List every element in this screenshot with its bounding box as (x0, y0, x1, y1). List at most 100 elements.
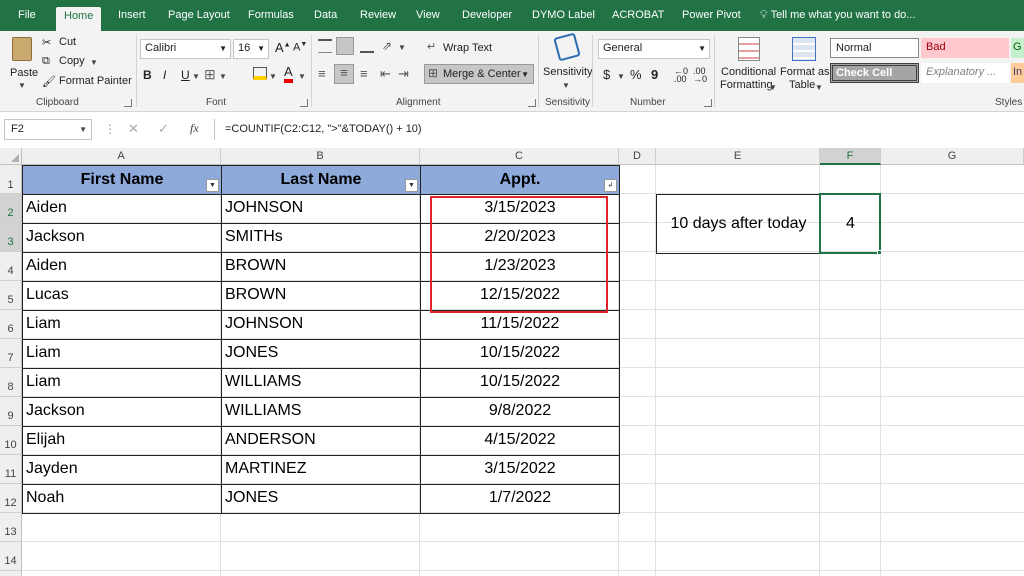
cell-last-name[interactable]: WILLIAMS (221, 397, 421, 427)
conditional-formatting-dropdown-icon[interactable]: ▼ (769, 83, 777, 92)
tab-page-layout[interactable]: Page Layout (168, 9, 230, 21)
style-good[interactable]: G (1011, 38, 1024, 58)
tab-review[interactable]: Review (360, 9, 396, 21)
cell-appt-date[interactable]: 9/8/2022 (420, 397, 620, 427)
cell-first-name[interactable]: Lucas (22, 281, 222, 311)
tab-insert[interactable]: Insert (118, 9, 146, 21)
row-header-14[interactable]: 14 (0, 542, 22, 571)
formula-input[interactable]: =COUNTIF(C2:C12, ">"&TODAY() + 10) (214, 119, 1024, 140)
row-header-5[interactable]: 5 (0, 281, 22, 310)
increase-font-icon[interactable]: A▲ (275, 40, 291, 55)
conditional-formatting-button[interactable]: Conditional (721, 66, 776, 78)
font-name-select[interactable]: Calibri ▼ (140, 39, 231, 59)
currency-dropdown-icon[interactable]: ▼ (617, 72, 625, 81)
underline-dropdown-icon[interactable]: ▼ (192, 72, 200, 81)
middle-align-icon[interactable] (336, 37, 354, 55)
fill-color-dropdown-icon[interactable]: ▼ (269, 72, 277, 81)
table-header-last-name[interactable]: Last Name (221, 165, 421, 195)
cell-appt-date[interactable]: 1/7/2022 (420, 484, 620, 514)
cell-first-name[interactable]: Liam (22, 339, 222, 369)
font-launcher-icon[interactable] (300, 99, 308, 107)
copy-dropdown-icon[interactable]: ▼ (90, 58, 98, 67)
insert-function-icon[interactable]: fx (190, 121, 199, 136)
style-explanatory[interactable]: Explanatory ... (921, 63, 1009, 83)
cancel-icon[interactable]: ✕ (128, 121, 139, 137)
style-input[interactable]: In (1011, 63, 1024, 83)
cell-first-name[interactable]: Aiden (22, 252, 222, 282)
cell-appt-date[interactable]: 3/15/2022 (420, 455, 620, 485)
row-header-8[interactable]: 8 (0, 368, 22, 397)
name-box[interactable]: F2 ▼ (4, 119, 92, 140)
row-header-7[interactable]: 7 (0, 339, 22, 368)
increase-decimal-icon[interactable]: ←0.00 (674, 67, 688, 84)
row-header-15[interactable]: 15 (0, 571, 22, 576)
fill-color-icon[interactable] (253, 67, 267, 80)
cell-first-name[interactable]: Noah (22, 484, 222, 514)
font-size-select[interactable]: 16 ▼ (233, 39, 269, 59)
filter-dropdown-icon[interactable]: ▼ (405, 179, 418, 192)
percent-button[interactable]: % (630, 67, 642, 82)
font-color-dropdown-icon[interactable]: ▼ (298, 72, 306, 81)
row-header-13[interactable]: 13 (0, 513, 22, 542)
column-header-d[interactable]: D (619, 148, 656, 165)
format-as-table-icon[interactable] (792, 37, 816, 61)
bottom-align-icon[interactable] (360, 39, 374, 53)
cell-last-name[interactable]: JOHNSON (221, 310, 421, 340)
format-as-table-button[interactable]: Format as (780, 66, 830, 78)
borders-icon[interactable]: ⊞ (204, 66, 216, 83)
cell-last-name[interactable]: BROWN (221, 252, 421, 282)
underline-button[interactable]: U (181, 68, 190, 82)
row-header-11[interactable]: 11 (0, 455, 22, 484)
sensitivity-button[interactable]: Sensitivity (543, 66, 593, 78)
cell-first-name[interactable]: Jackson (22, 223, 222, 253)
filter-dropdown-icon[interactable]: ▼ (206, 179, 219, 192)
paste-button[interactable]: Paste (10, 67, 38, 79)
cell-appt-date[interactable]: 10/15/2022 (420, 339, 620, 369)
align-left-icon[interactable]: ≡ (318, 66, 326, 81)
cell-first-name[interactable]: Aiden (22, 194, 222, 224)
cell-last-name[interactable]: ANDERSON (221, 426, 421, 456)
alignment-launcher-icon[interactable] (528, 99, 536, 107)
cut-button[interactable]: Cut (59, 36, 76, 48)
borders-dropdown-icon[interactable]: ▼ (219, 72, 227, 81)
table-header-first-name[interactable]: First Name (22, 165, 222, 195)
number-launcher-icon[interactable] (704, 99, 712, 107)
sensitivity-dropdown-icon[interactable]: ▼ (562, 81, 570, 90)
style-normal[interactable]: Normal (830, 38, 919, 58)
select-all-corner[interactable] (0, 148, 22, 165)
sort-filter-dropdown-icon[interactable]: ↲ (604, 179, 617, 192)
cell-appt-date[interactable]: 10/15/2022 (420, 368, 620, 398)
tab-file[interactable]: File (18, 9, 36, 21)
orientation-icon[interactable]: ⇗ (382, 39, 392, 53)
fill-handle[interactable] (877, 250, 882, 255)
column-header-b[interactable]: B (221, 148, 420, 165)
more-options-icon[interactable]: ⋮ (104, 122, 116, 136)
row-header-6[interactable]: 6 (0, 310, 22, 339)
paste-icon[interactable] (12, 37, 32, 61)
row-header-2[interactable]: 2 (0, 194, 22, 223)
tab-acrobat[interactable]: ACROBAT (612, 9, 664, 21)
conditional-formatting-icon[interactable] (738, 37, 760, 61)
format-as-table-dropdown-icon[interactable]: ▼ (815, 83, 823, 92)
tell-me-search[interactable]: 💡︎ Tell me what you want to do... (760, 9, 915, 22)
cell-first-name[interactable]: Jayden (22, 455, 222, 485)
wrap-text-button[interactable]: Wrap Text (443, 42, 492, 54)
italic-button[interactable]: I (163, 68, 166, 82)
format-painter-button[interactable]: Format Painter (59, 75, 132, 87)
cell-first-name[interactable]: Elijah (22, 426, 222, 456)
comma-style-button[interactable]: 9 (651, 67, 658, 82)
enter-icon[interactable]: ✓ (158, 121, 169, 137)
row-header-9[interactable]: 9 (0, 397, 22, 426)
cell-last-name[interactable]: JOHNSON (221, 194, 421, 224)
style-bad[interactable]: Bad (921, 38, 1009, 58)
clipboard-launcher-icon[interactable] (124, 99, 132, 107)
orientation-dropdown-icon[interactable]: ▼ (398, 43, 406, 52)
column-header-f[interactable]: F (820, 148, 881, 165)
decrease-font-icon[interactable]: A▼ (293, 41, 307, 54)
style-check-cell[interactable]: Check Cell (830, 63, 919, 83)
worksheet-grid[interactable]: ABCDEFG 123456789101112131415 First Name… (0, 148, 1024, 576)
column-header-g[interactable]: G (881, 148, 1024, 165)
column-header-a[interactable]: A (22, 148, 221, 165)
bold-button[interactable]: B (143, 68, 152, 82)
number-format-select[interactable]: General ▼ (598, 39, 710, 59)
